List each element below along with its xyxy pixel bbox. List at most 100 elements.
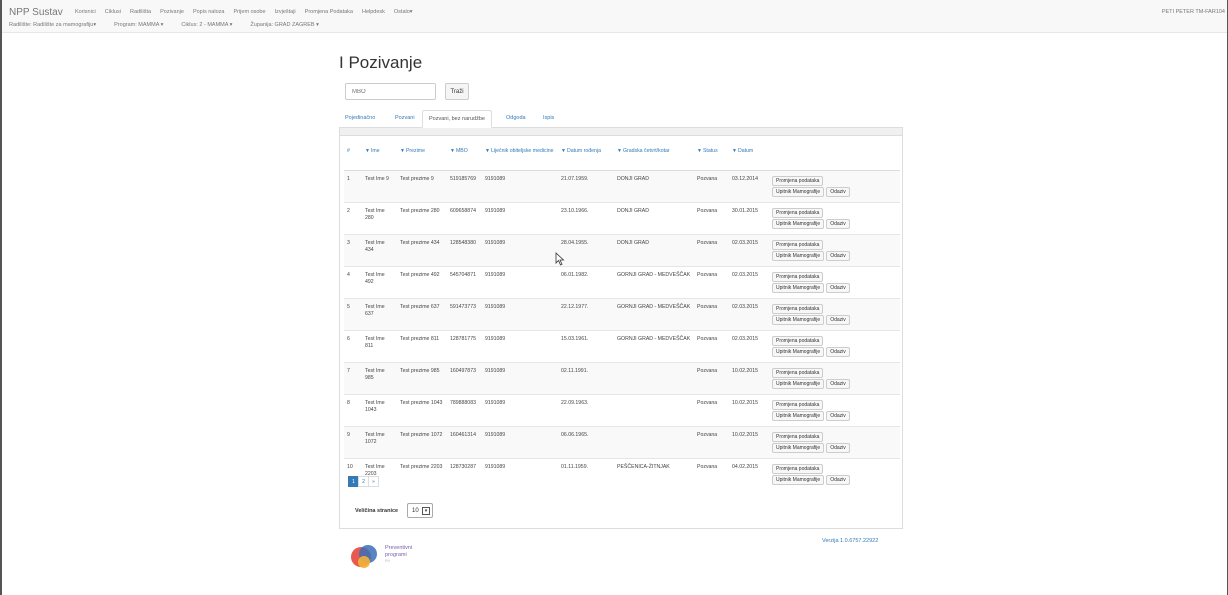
cell-datum: 02.03.2015: [729, 297, 769, 330]
questionnaire-button[interactable]: Upitnik Mamografije: [772, 410, 825, 421]
cell-prezime: Test prezime 1043: [397, 393, 447, 426]
col-header-cetvrt[interactable]: ▼Gradska četvrt/kotar: [614, 144, 694, 171]
filter-program[interactable]: Program: MAMMA ▾: [114, 22, 163, 28]
questionnaire-button[interactable]: Upitnik Mamografije: [772, 314, 825, 325]
menu-radilista[interactable]: Radilišta: [130, 9, 151, 15]
chevron-down-icon[interactable]: ▾: [422, 507, 430, 515]
mbo-search-input[interactable]: [345, 83, 436, 100]
questionnaire-button[interactable]: Upitnik Mamografije: [772, 282, 825, 293]
menu-pozivanje[interactable]: Pozivanje: [160, 9, 184, 15]
table-header-row: # ▼Ime ▼Prezime ▼MBO ▼Liječnik obiteljsk…: [344, 144, 900, 171]
cell-prezime: Test prezime 9: [397, 169, 447, 202]
cell-mbo: 160461314: [447, 425, 482, 458]
cell-ime: Test Ime 280: [362, 201, 397, 234]
edit-data-button[interactable]: Promjena podataka: [772, 271, 824, 282]
filter-icon[interactable]: ▼: [400, 148, 405, 154]
filter-radiliste[interactable]: Radilište: Radilište za mamografiju▾: [9, 22, 96, 28]
col-header-lijecnik[interactable]: ▼Liječnik obiteljske medicine: [482, 144, 558, 171]
col-header-prezime[interactable]: ▼Prezime: [397, 144, 447, 171]
cell-mbo: 591473773: [447, 297, 482, 330]
search-button[interactable]: Traži: [445, 83, 469, 100]
cell-status: Pozvana: [694, 329, 729, 362]
menu-izvjestaji[interactable]: Izvještaji: [275, 9, 296, 15]
col-header-ime[interactable]: ▼Ime: [362, 144, 397, 171]
cell-mbo: 545704871: [447, 265, 482, 298]
response-button[interactable]: Odaziv: [826, 346, 850, 357]
cell-mbo: 609658874: [447, 201, 482, 234]
cell-datum: 04.02.2015: [729, 457, 769, 490]
response-button[interactable]: Odaziv: [826, 474, 850, 485]
user-name[interactable]: PETI PETER TM-FAR104: [1162, 9, 1225, 15]
cell-cetvrt: DONJI GRAD: [614, 169, 694, 202]
cell-cetvrt: PEŠČENICA-ŽITNJAK: [614, 457, 694, 490]
edit-data-button[interactable]: Promjena podataka: [772, 207, 824, 218]
cell-prezime: Test prezime 492: [397, 265, 447, 298]
questionnaire-button[interactable]: Upitnik Mamografije: [772, 186, 825, 197]
edit-data-button[interactable]: Promjena podataka: [772, 175, 824, 186]
filter-icon[interactable]: ▼: [450, 148, 455, 154]
cell-ime: Test Ime 985: [362, 361, 397, 394]
tab-pozvani[interactable]: Pozvani: [389, 110, 421, 128]
filter-zupanija[interactable]: Županija: GRAD ZAGREB ▾: [250, 22, 318, 28]
filter-icon[interactable]: ▼: [697, 148, 702, 154]
tab-pozvani-bez-narudzbe[interactable]: Pozvani, bez narudžbe: [422, 110, 492, 128]
response-button[interactable]: Odaziv: [826, 186, 850, 197]
cell-actions: Promjena podataka Upitnik Mamografije Odaz…: [769, 265, 900, 298]
cell-lijecnik: 9191089: [482, 393, 558, 426]
brand[interactable]: NPP Sustav: [9, 7, 63, 18]
response-button[interactable]: Odaziv: [826, 218, 850, 229]
menu-helpdesk[interactable]: Helpdesk: [362, 9, 385, 15]
questionnaire-button[interactable]: Upitnik Mamografije: [772, 250, 825, 261]
col-header-mbo[interactable]: ▼MBO: [447, 144, 482, 171]
menu-korisnici[interactable]: Korisnici: [75, 9, 96, 15]
cell-mbo: 789888083: [447, 393, 482, 426]
response-button[interactable]: Odaziv: [826, 378, 850, 389]
page-next[interactable]: »: [368, 476, 379, 487]
questionnaire-button[interactable]: Upitnik Mamografije: [772, 378, 825, 389]
edit-data-button[interactable]: Promjena podataka: [772, 463, 824, 474]
cell-lijecnik: 9191089: [482, 361, 558, 394]
questionnaire-button[interactable]: Upitnik Mamografije: [772, 218, 825, 229]
cell-num: 9: [344, 425, 362, 458]
edit-data-button[interactable]: Promjena podataka: [772, 303, 824, 314]
tab-pojedinacno[interactable]: Pojedinačno: [339, 110, 381, 128]
cell-ime: Test Ime 9: [362, 169, 397, 202]
edit-data-button[interactable]: Promjena podataka: [772, 239, 824, 250]
page-size-select[interactable]: 10 ▾: [407, 503, 433, 518]
table-row: 7 Test Ime 985 Test prezime 985 160497873 91…: [344, 361, 900, 394]
col-header-status[interactable]: ▼Status: [694, 144, 729, 171]
cell-actions: Promjena podataka Upitnik Mamografije Odaz…: [769, 393, 900, 426]
cell-datum-rodjenja: 21.07.1959.: [558, 169, 614, 202]
menu-prijem-osobe[interactable]: Prijem osobe: [233, 9, 265, 15]
menu-popis-naloza[interactable]: Popis naloza: [193, 9, 225, 15]
response-button[interactable]: Odaziv: [826, 250, 850, 261]
col-header-datum-rodjenja[interactable]: ▼Datum rođenja: [558, 144, 614, 171]
menu-promjena-podataka[interactable]: Promjena Podataka: [305, 9, 353, 15]
filter-icon[interactable]: ▼: [732, 148, 737, 154]
cell-num: 4: [344, 265, 362, 298]
response-button[interactable]: Odaziv: [826, 314, 850, 325]
menu-ostalo[interactable]: Ostalo▾: [394, 9, 413, 15]
edit-data-button[interactable]: Promjena podataka: [772, 431, 824, 442]
filter-icon[interactable]: ▼: [365, 148, 370, 154]
questionnaire-button[interactable]: Upitnik Mamografije: [772, 474, 825, 485]
menu-ciklusi[interactable]: Ciklusi: [105, 9, 121, 15]
tab-bar: Pojedinačno Pozvani Pozvani, bez narudžb…: [339, 110, 903, 128]
questionnaire-button[interactable]: Upitnik Mamografije: [772, 346, 825, 357]
cell-num: 3: [344, 233, 362, 266]
cell-datum-rodjenja: 06.01.1982.: [558, 265, 614, 298]
edit-data-button[interactable]: Promjena podataka: [772, 399, 824, 410]
filter-icon[interactable]: ▼: [561, 148, 566, 154]
col-header-datum[interactable]: ▼Datum: [729, 144, 769, 171]
response-button[interactable]: Odaziv: [826, 442, 850, 453]
tab-odgoda[interactable]: Odgoda: [500, 110, 532, 128]
response-button[interactable]: Odaziv: [826, 410, 850, 421]
questionnaire-button[interactable]: Upitnik Mamografije: [772, 442, 825, 453]
response-button[interactable]: Odaziv: [826, 282, 850, 293]
tab-ispis[interactable]: Ispis: [537, 110, 560, 128]
filter-icon[interactable]: ▼: [617, 148, 622, 154]
edit-data-button[interactable]: Promjena podataka: [772, 367, 824, 378]
filter-ciklus[interactable]: Ciklus: 2 - MAMMA ▾: [181, 22, 232, 28]
filter-icon[interactable]: ▼: [485, 148, 490, 154]
edit-data-button[interactable]: Promjena podataka: [772, 335, 824, 346]
